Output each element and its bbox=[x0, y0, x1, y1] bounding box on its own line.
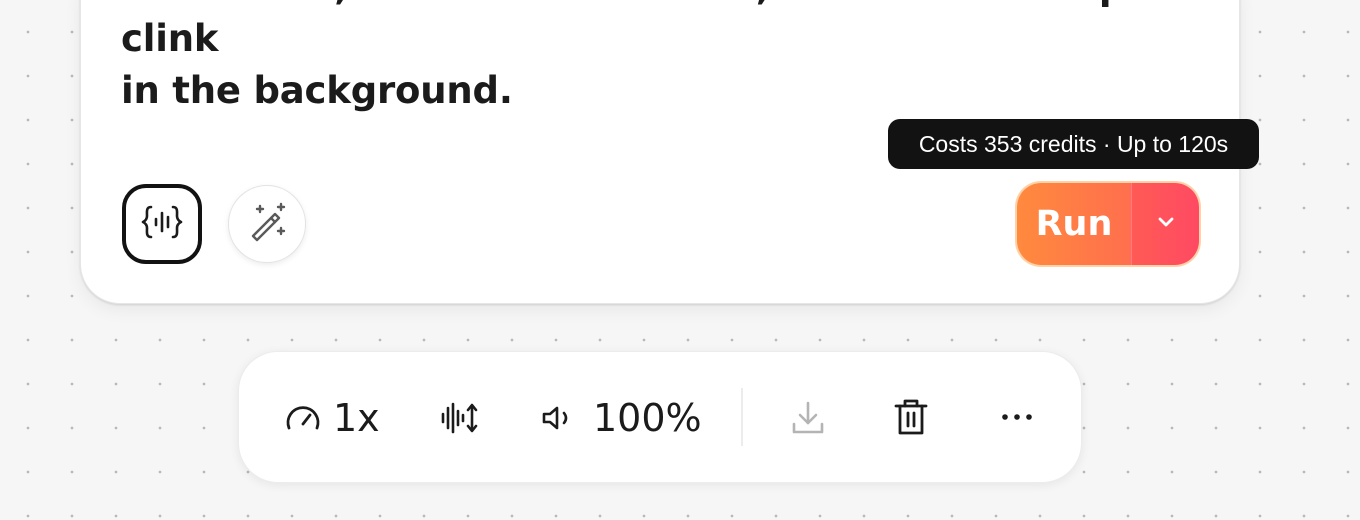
run-options-button[interactable] bbox=[1131, 183, 1199, 265]
audio-braces-icon bbox=[138, 198, 186, 250]
run-cost-tooltip: Costs 353 credits · Up to 120s bbox=[888, 119, 1259, 169]
audio-player-bar: 1x 100% bbox=[238, 351, 1082, 483]
variables-button[interactable] bbox=[122, 184, 202, 264]
playback-speed-button[interactable]: 1x bbox=[283, 396, 380, 440]
prompt-text[interactable]: room tone, rain on the window, and a cof… bbox=[121, 0, 1171, 117]
run-button[interactable]: Run bbox=[1017, 183, 1131, 265]
playback-speed-label: 1x bbox=[333, 396, 380, 440]
chevron-down-icon bbox=[1153, 209, 1179, 239]
download-button[interactable] bbox=[788, 398, 828, 438]
waveform-adjust-button[interactable] bbox=[437, 398, 481, 438]
magic-wand-icon bbox=[244, 199, 290, 249]
more-options-button[interactable] bbox=[999, 402, 1035, 432]
waveform-adjust-icon bbox=[437, 398, 481, 438]
volume-label: 100% bbox=[593, 396, 702, 440]
download-icon bbox=[788, 398, 828, 438]
delete-button[interactable] bbox=[891, 396, 931, 438]
volume-control[interactable]: 100% bbox=[539, 396, 702, 440]
gauge-icon bbox=[283, 398, 323, 438]
trash-icon bbox=[891, 396, 931, 438]
more-horizontal-icon bbox=[999, 402, 1035, 432]
run-button-group: Run bbox=[1017, 183, 1199, 265]
enhance-prompt-button[interactable] bbox=[228, 185, 306, 263]
toolbar-divider bbox=[741, 388, 743, 446]
speaker-icon bbox=[539, 398, 579, 438]
